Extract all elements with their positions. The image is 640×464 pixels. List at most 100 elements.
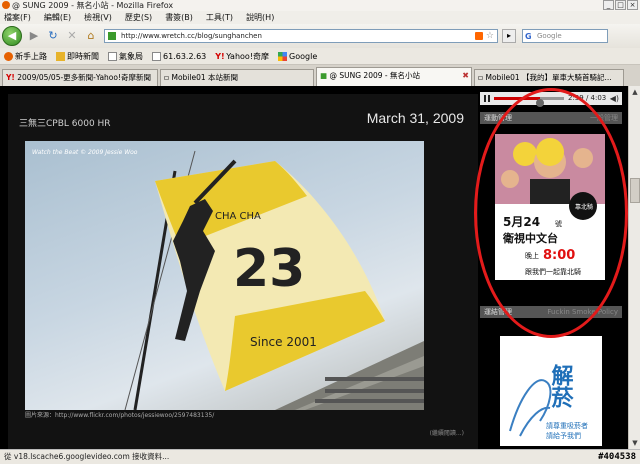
ad-badge: 靠北騎: [575, 203, 593, 211]
menu-view[interactable]: 檢視(V): [84, 12, 112, 23]
bookmark-label: 即時新聞: [67, 51, 99, 61]
sidebar: 2:39 / 4:03 ◀) 運動管理 一般管理 靠北騎 5月24 號 衛視中文…: [480, 90, 622, 449]
bookmark-item[interactable]: 即時新聞: [56, 51, 99, 62]
navigation-toolbar: ◀ ▶ ↻ ✕ ⌂ http://www.wretch.cc/blog/sung…: [0, 24, 640, 48]
flag-illustration: 23 CHA CHA Since 2001: [124, 150, 424, 410]
minimize-button[interactable]: _: [603, 0, 614, 10]
smoke-ad-line2: 請給予我們: [546, 431, 581, 440]
tab-strip: Y! 2009/05/05-更多新聞-Yahoo!奇摩新聞 ▫ Mobile01…: [0, 65, 640, 86]
scroll-down-arrow-icon[interactable]: ▼: [630, 438, 640, 448]
menu-edit[interactable]: 編輯(E): [44, 12, 71, 23]
smoke-ad-line1: 請尊重吸菸者: [546, 421, 588, 430]
tab-label: @ SUNG 2009 - 無名小站: [329, 71, 420, 80]
close-tab-icon[interactable]: ✖: [462, 68, 469, 84]
tab-yahoo-news[interactable]: Y! 2009/05/05-更多新聞-Yahoo!奇摩新聞: [2, 69, 158, 86]
page-icon: [108, 51, 117, 61]
bookmark-item[interactable]: 61.63.2.63: [152, 51, 207, 61]
window-title: @ SUNG 2009 - 無名小站 - Mozilla Firefox: [12, 1, 174, 10]
tv-ad-banner[interactable]: 靠北騎 5月24 號 衛視中文台 晚上 8:00 跟我們一起靠北騎: [495, 134, 605, 280]
sidebar-section-header: 運結管理 Fuckin Smoke Policy: [480, 306, 622, 318]
bookmark-label: 61.63.2.63: [163, 51, 207, 61]
firefox-icon: [4, 51, 13, 61]
home-icon[interactable]: ⌂: [84, 29, 98, 43]
url-text: http://www.wretch.cc/blog/sunghanchen: [121, 32, 262, 40]
menu-history[interactable]: 歷史(S): [125, 12, 152, 23]
post-date: March 31, 2009: [366, 110, 464, 126]
read-more-link[interactable]: (繼續閱讀...): [430, 428, 464, 437]
site-favicon: ■: [320, 71, 328, 80]
rss-icon[interactable]: [475, 32, 483, 40]
blog-title[interactable]: 三無三CPBL 6000 HR: [19, 116, 111, 129]
music-player: 2:39 / 4:03 ◀): [480, 92, 622, 107]
vertical-scrollbar[interactable]: ▲ ▼: [628, 86, 640, 449]
status-text: 從 v18.lscache6.googlevideo.com 接收資料...: [4, 452, 170, 461]
ad-time: 8:00: [543, 248, 575, 263]
player-time: 2:39 / 4:03: [568, 94, 607, 102]
smoke-ad-banner[interactable]: 解菸 請尊重吸菸者 請給予我們: [500, 336, 602, 446]
search-placeholder: Google: [537, 32, 562, 40]
section-right-label[interactable]: Fuckin Smoke Policy: [547, 306, 618, 318]
ad-date-suffix: 號: [555, 219, 562, 228]
player-progress-knob[interactable]: [536, 99, 545, 107]
site-favicon: [108, 32, 116, 40]
player-progress-fill: [494, 97, 541, 100]
tab-sung-2009[interactable]: ■ @ SUNG 2009 - 無名小站 ✖: [316, 67, 472, 86]
image-watermark: #404538: [598, 452, 636, 462]
tab-mobile01-bike[interactable]: ▫ Mobile01 【我的】單車大騎首騎記...: [474, 69, 624, 86]
folder-icon: [56, 51, 65, 61]
post-photo: 23 CHA CHA Since 2001: [25, 141, 424, 410]
firefox-icon: [2, 1, 10, 9]
reload-icon[interactable]: ↻: [46, 29, 60, 43]
menu-tools[interactable]: 工具(T): [206, 12, 233, 23]
bookmark-item[interactable]: Google: [278, 51, 318, 61]
section-left-label[interactable]: 運動管理: [484, 114, 512, 122]
stop-icon[interactable]: ✕: [65, 29, 79, 43]
yahoo-icon: Y!: [6, 73, 15, 82]
forward-button[interactable]: ▶: [27, 29, 41, 43]
go-button[interactable]: ▸: [502, 29, 516, 43]
player-progress-track[interactable]: [494, 97, 564, 107]
section-left-label[interactable]: 運結管理: [484, 308, 512, 316]
volume-icon[interactable]: ◀): [610, 92, 619, 105]
smoke-ad-graphic: 解菸 請尊重吸菸者 請給予我們: [500, 336, 602, 446]
bookmarks-toolbar: 新手上路 即時新聞 氣象局 61.63.2.63 Y! Yahoo!奇摩 Goog…: [0, 48, 640, 65]
tab-mobile01-news[interactable]: ▫ Mobile01 本站新聞: [160, 69, 314, 86]
search-input[interactable]: G Google: [522, 29, 608, 43]
pause-icon[interactable]: [484, 95, 490, 102]
bookmark-label: Yahoo!奇摩: [226, 51, 270, 61]
smoke-ad-title: 解菸: [548, 363, 574, 409]
scrollbar-thumb[interactable]: [630, 178, 640, 203]
window-controls: _ □ ×: [603, 0, 638, 10]
bookmark-item[interactable]: 新手上路: [4, 51, 47, 62]
bookmark-label: Google: [289, 51, 318, 61]
blog-post: 三無三CPBL 6000 HR March 31, 2009 23 CHA CH…: [8, 94, 478, 449]
google-icon: G: [525, 32, 532, 41]
menu-help[interactable]: 說明(H): [246, 12, 274, 23]
ad-tagline: 跟我們一起靠北騎: [525, 267, 581, 276]
page-icon: ▫: [164, 73, 170, 82]
scroll-up-arrow-icon[interactable]: ▲: [630, 87, 640, 97]
google-icon: [278, 51, 288, 61]
bookmark-item[interactable]: Y! Yahoo!奇摩: [215, 51, 269, 62]
ad-channel: 衛視中文台: [502, 231, 558, 245]
bookmark-item[interactable]: 氣象局: [108, 51, 143, 62]
tab-label: Mobile01 【我的】單車大騎首騎記...: [485, 73, 612, 82]
menu-file[interactable]: 檔案(F): [4, 12, 31, 23]
menu-bookmarks[interactable]: 書簽(B): [165, 12, 193, 23]
section-right-label[interactable]: 一般管理: [590, 112, 618, 124]
bookmark-label: 新手上路: [15, 51, 47, 61]
bookmark-label: 氣象局: [119, 51, 143, 61]
back-button[interactable]: ◀: [2, 26, 22, 46]
url-bar[interactable]: http://www.wretch.cc/blog/sunghanchen ☆: [104, 29, 498, 43]
close-button[interactable]: ×: [627, 0, 638, 10]
page-icon: [152, 51, 161, 61]
maximize-button[interactable]: □: [615, 0, 626, 10]
ad-time-prefix: 晚上: [525, 251, 539, 260]
flag-text-top: CHA CHA: [215, 211, 261, 222]
bookmark-star-icon[interactable]: ☆: [486, 30, 494, 42]
tab-label: Mobile01 本站新聞: [171, 73, 239, 82]
menu-bar: 檔案(F) 編輯(E) 檢視(V) 歷史(S) 書簽(B) 工具(T) 說明(H…: [0, 11, 640, 24]
photo-credit[interactable]: 圖片來源：http://www.flickr.com/photos/jessie…: [25, 410, 214, 419]
photo-caption: Watch the Beat © 2009 Jessie Woo: [32, 149, 138, 156]
ad-date: 5月24: [503, 215, 540, 229]
